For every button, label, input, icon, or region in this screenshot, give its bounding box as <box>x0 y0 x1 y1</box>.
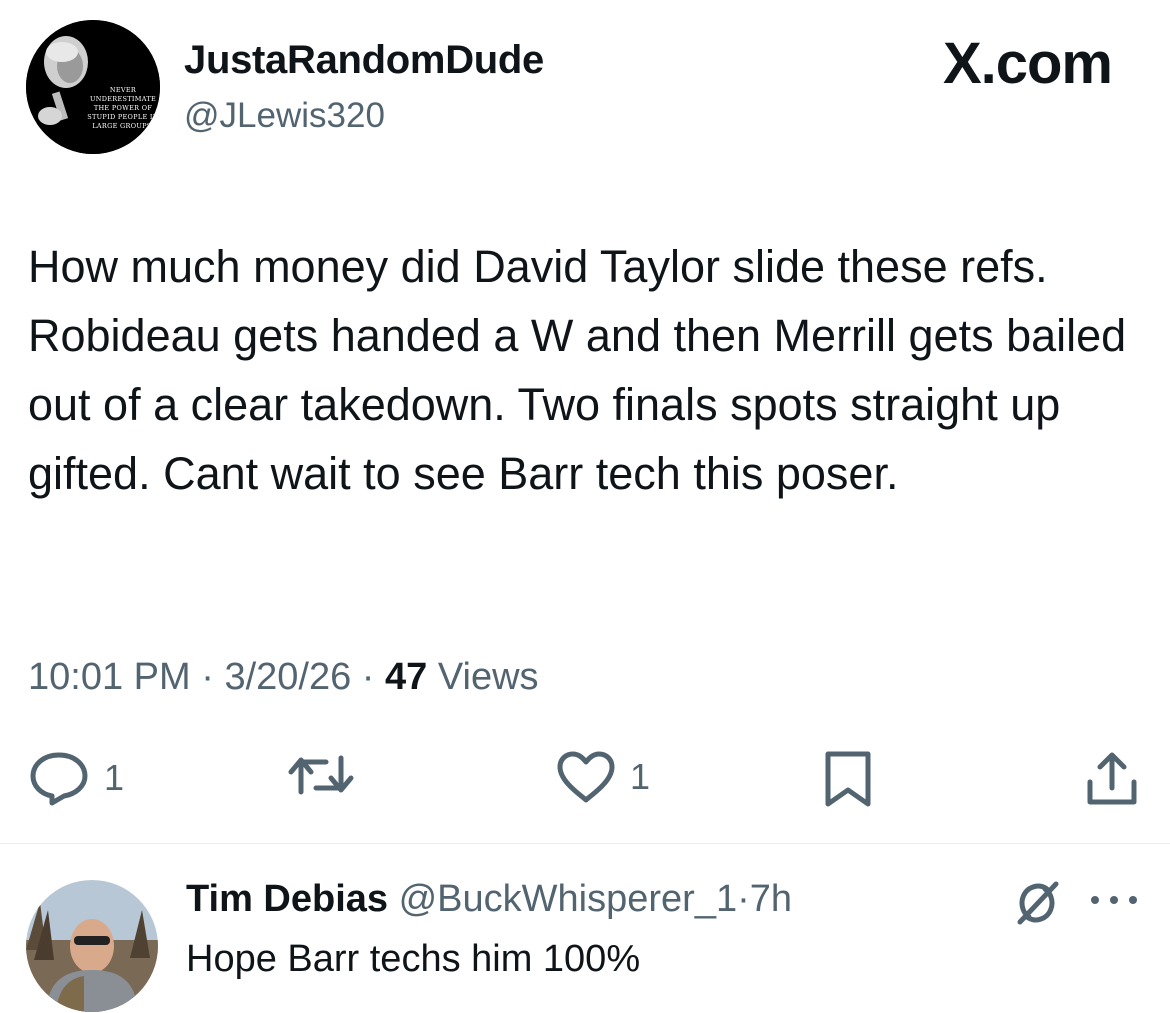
reply-time[interactable]: 7h <box>750 878 792 920</box>
meta-separator: · <box>361 656 375 698</box>
action-bar: 1 1 <box>0 750 1170 812</box>
reply-separator: · <box>737 878 750 920</box>
share-button[interactable] <box>1084 750 1140 808</box>
reply-avatar-photo <box>26 880 158 1012</box>
views-label: Views <box>437 656 539 698</box>
reply-text: Hope Barr techs him 100% <box>186 938 641 980</box>
like-button[interactable]: 1 <box>556 750 650 804</box>
post-text: How much money did David Taylor slide th… <box>28 241 1127 499</box>
reply-header: Tim Debias @BuckWhisperer_1·7h <box>186 878 792 921</box>
meta-separator: · <box>201 656 214 698</box>
author-display-name[interactable]: JustaRandomDude <box>184 38 544 83</box>
share-icon <box>1087 752 1137 805</box>
post-time[interactable]: 10:01 PM <box>28 656 191 698</box>
post-date[interactable]: 3/20/26 <box>224 656 351 698</box>
post-meta: 10:01 PM · 3/20/26 · 47 Views <box>28 656 539 699</box>
author-handle[interactable]: @JLewis320 <box>184 96 385 136</box>
reply-author-name[interactable]: Tim Debias <box>186 878 388 920</box>
like-count: 1 <box>630 756 651 797</box>
more-button[interactable] <box>1088 893 1140 912</box>
grok-button[interactable] <box>1014 880 1060 931</box>
more-icon <box>1091 896 1137 904</box>
avatar-quote: Never underestimate the power of stupid … <box>87 86 159 130</box>
reply-button[interactable]: 1 <box>28 750 124 806</box>
divider <box>0 843 1170 844</box>
bookmark-icon <box>825 751 871 807</box>
author-avatar[interactable]: Never underestimate the power of stupid … <box>26 20 160 154</box>
repost-button[interactable] <box>288 750 354 800</box>
reply-icon <box>30 752 88 806</box>
grok-icon <box>1017 881 1059 925</box>
brand-logo: X.com <box>942 31 1113 96</box>
views-count: 47 <box>385 656 428 698</box>
bookmark-button[interactable] <box>822 750 874 808</box>
reply-count: 1 <box>104 757 125 798</box>
repost-icon <box>288 755 354 795</box>
reply-author-handle[interactable]: @BuckWhisperer_1 <box>399 878 737 920</box>
reply-avatar[interactable] <box>26 880 158 1012</box>
like-icon <box>557 751 615 803</box>
